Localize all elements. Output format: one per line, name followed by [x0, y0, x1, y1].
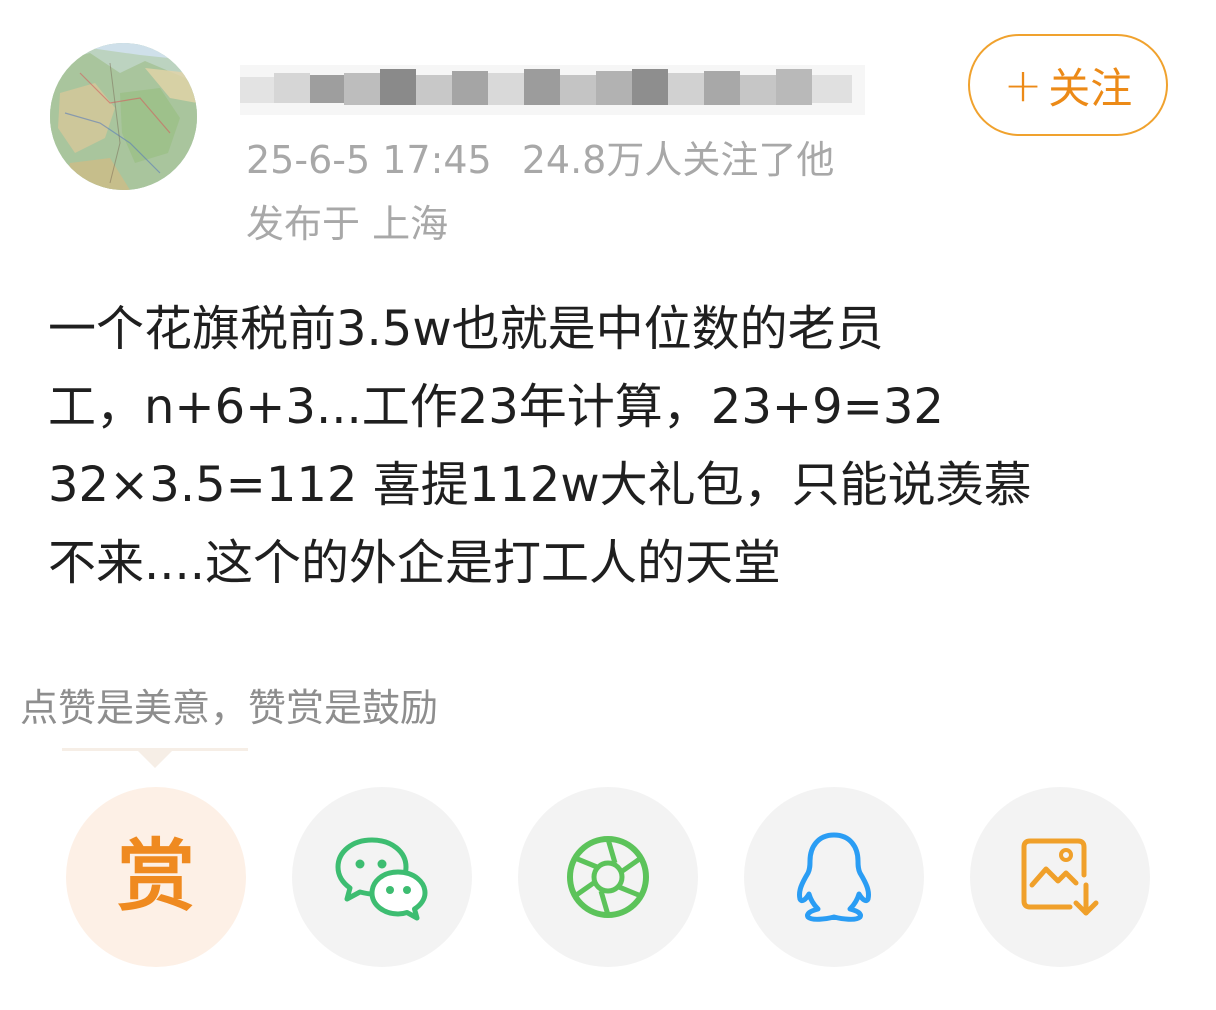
reward-button[interactable]: 赏 — [66, 787, 246, 967]
post-location: 发布于 上海 — [246, 202, 449, 246]
follow-label: 关注 — [1048, 63, 1133, 113]
reward-icon: 赏 — [116, 832, 195, 922]
post-body: 一个花旗税前3.5w也就是中位数的老员 工，n+6+3...工作23年计算，23… — [48, 290, 1178, 602]
share-moments-button[interactable] — [518, 787, 698, 967]
save-image-icon — [1021, 838, 1099, 916]
plus-icon: + — [1003, 58, 1043, 112]
post-line: 不来....这个的外企是打工人的天堂 — [48, 535, 782, 591]
share-wechat-button[interactable] — [292, 787, 472, 967]
follower-count: 24.8万人关注了他 — [521, 138, 835, 182]
username-redacted — [240, 55, 865, 125]
wechat-icon — [335, 837, 428, 921]
moments-icon — [567, 836, 649, 918]
post-line: 工，n+6+3...工作23年计算，23+9=32 — [48, 379, 944, 435]
share-qq-button[interactable] — [744, 787, 924, 967]
qq-icon — [797, 832, 871, 922]
follow-button[interactable]: + 关注 — [968, 34, 1168, 136]
post-time: 25-6-5 17:45 — [246, 138, 492, 182]
post-meta: 25-6-5 17:45 24.8万人关注了他 — [246, 136, 834, 184]
post-line: 一个花旗税前3.5w也就是中位数的老员 — [48, 301, 884, 357]
tip-caret-icon — [138, 751, 172, 768]
reward-tip: 点赞是美意，赞赏是鼓励 — [20, 686, 439, 730]
post-line: 32×3.5=112 喜提112w大礼包，只能说羡慕 — [48, 457, 1032, 513]
save-image-button[interactable] — [970, 787, 1150, 967]
avatar[interactable] — [50, 43, 197, 190]
